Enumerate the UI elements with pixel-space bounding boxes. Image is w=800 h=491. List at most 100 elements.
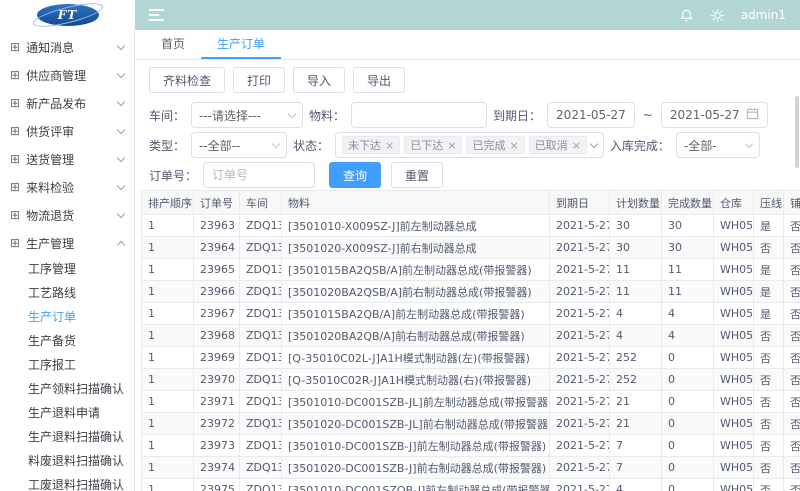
toolbar-button[interactable]: 导出 xyxy=(353,67,405,93)
sidebar-item[interactable]: ⊞供货评审 xyxy=(0,117,134,145)
vertical-scrollbar[interactable] xyxy=(795,96,799,168)
table-row[interactable]: 123963ZDQ13[3501010-X009SZ-J]前左制动器总成2021… xyxy=(142,215,800,237)
order-no-input[interactable] xyxy=(203,162,315,188)
cell: 2021-5-27 xyxy=(550,281,610,303)
cell: 23966 xyxy=(194,281,240,303)
top-bar-main: admin1 xyxy=(135,0,800,30)
filter-panel: 车间： ---请选择--- 物料： 到期日： 2021-05-27 ~ 2021… xyxy=(135,100,800,190)
sidebar-item[interactable]: ⊞送货管理 xyxy=(0,145,134,173)
sidebar-subitem[interactable]: 生产订单 xyxy=(0,305,134,329)
collapse-menu-icon[interactable] xyxy=(149,8,165,22)
sidebar-item[interactable]: ⊞新产品发布 xyxy=(0,89,134,117)
cell: 否 xyxy=(784,369,800,391)
cell: 否 xyxy=(754,479,784,491)
sidebar-item[interactable]: ⊞来料检验 xyxy=(0,173,134,201)
cell: ZDQ13 xyxy=(240,303,282,325)
type-label: 类型： xyxy=(149,137,185,154)
cell: [Q-35010C02R-J]A1H模式制动器(右)(带报警器) xyxy=(282,369,550,391)
tag-close-icon[interactable]: × xyxy=(572,140,581,151)
type-select[interactable]: --全部-- xyxy=(191,132,287,158)
type-select-value: --全部-- xyxy=(199,137,240,154)
chevron-down-icon xyxy=(117,154,125,162)
tag-close-icon[interactable]: × xyxy=(385,140,394,151)
cell: ZDQ13 xyxy=(240,215,282,237)
table-row[interactable]: 123966ZDQ13[3501020BA2QSB/A]前右制动器总成(带报警器… xyxy=(142,281,800,303)
toolbar-button[interactable]: 打印 xyxy=(233,67,285,93)
table-row[interactable]: 123973ZDQ13[3501010-DC001SZB-J]前左制动器总成(带… xyxy=(142,435,800,457)
query-button[interactable]: 查询 xyxy=(329,162,381,188)
sidebar-subitem[interactable]: 工废退料扫描确认 xyxy=(0,473,134,491)
material-input[interactable] xyxy=(351,102,487,128)
tag-close-icon[interactable]: × xyxy=(447,140,456,151)
status-multiselect[interactable]: 未下达×已下达×已完成×已取消× xyxy=(335,132,604,158)
cell: 30 xyxy=(610,237,662,259)
cell: 否 xyxy=(754,325,784,347)
due-date-to[interactable]: 2021-05-27 xyxy=(661,102,768,128)
toolbar-button[interactable]: 导入 xyxy=(293,67,345,93)
app-window: FT admin1 ⊞通知消息⊞供应商管理⊞新产品发布⊞供货评审⊞送货管理⊞来料… xyxy=(0,0,800,491)
cell: [3501020-DC001SZB-J]前右制动器总成(带报警器) xyxy=(282,457,550,479)
table-body: 123963ZDQ13[3501010-X009SZ-J]前左制动器总成2021… xyxy=(142,215,800,491)
sidebar-item-label: 送货管理 xyxy=(26,151,118,168)
table-row[interactable]: 123970ZDQ13[Q-35010C02R-J]A1H模式制动器(右)(带报… xyxy=(142,369,800,391)
sidebar-subitem[interactable]: 工序报工 xyxy=(0,353,134,377)
reset-button[interactable]: 重置 xyxy=(391,162,443,188)
current-user[interactable]: admin1 xyxy=(741,8,786,22)
sidebar-item[interactable]: ⊞生产管理 xyxy=(0,229,134,257)
top-bar: FT admin1 xyxy=(0,0,800,30)
tab[interactable]: 生产订单 xyxy=(201,30,281,59)
table-row[interactable]: 123964ZDQ13[3501020-X009SZ-J]前右制动器总成2021… xyxy=(142,237,800,259)
cell: ZDQ13 xyxy=(240,457,282,479)
sidebar-subitem[interactable]: 生产备货 xyxy=(0,329,134,353)
status-tag-label: 未下达 xyxy=(348,137,381,153)
toolbar: 齐料检查打印导入导出 xyxy=(135,60,800,100)
table-row[interactable]: 123968ZDQ13[3501020BA2QB/A]前右制动器总成(带报警器)… xyxy=(142,325,800,347)
inbound-complete-select[interactable]: -全部- xyxy=(676,132,760,158)
cell: 否 xyxy=(754,369,784,391)
sidebar-item[interactable]: ⊞供应商管理 xyxy=(0,61,134,89)
cell: 2021-5-27 xyxy=(550,347,610,369)
cell: [3501020BA2QSB/A]前右制动器总成(带报警器) xyxy=(282,281,550,303)
cell: 4 xyxy=(662,303,714,325)
cell: 否 xyxy=(754,391,784,413)
table-header-row: 排产顺序订单号车间物料到期日计划数量完成数量仓库压线铺线 xyxy=(142,191,800,215)
workshop-label: 车间： xyxy=(149,107,185,124)
sidebar-subitem[interactable]: 生产退料申请 xyxy=(0,401,134,425)
cell: 21 xyxy=(610,391,662,413)
top-bar-right: admin1 xyxy=(679,8,786,23)
table-row[interactable]: 123975ZDQ13[3501010-DC001SZQB-J]前左制动器总成(… xyxy=(142,479,800,491)
workshop-select[interactable]: ---请选择--- xyxy=(191,102,303,128)
toolbar-button[interactable]: 齐料检查 xyxy=(149,67,225,93)
tag-close-icon[interactable]: × xyxy=(509,140,518,151)
sidebar-item[interactable]: ⊞通知消息 xyxy=(0,33,134,61)
sidebar-item[interactable]: ⊞物流退货 xyxy=(0,201,134,229)
cell: 30 xyxy=(662,215,714,237)
due-date-from[interactable]: 2021-05-27 xyxy=(547,102,635,128)
notifications-bell-icon[interactable] xyxy=(679,8,694,23)
tab[interactable]: 首页 xyxy=(145,30,201,59)
cell: [3501015BA2QSB/A]前左制动器总成(带报警器) xyxy=(282,259,550,281)
table-row[interactable]: 123974ZDQ13[3501020-DC001SZB-J]前右制动器总成(带… xyxy=(142,457,800,479)
sidebar-subitem[interactable]: 工序管理 xyxy=(0,257,134,281)
column-header: 到期日 xyxy=(550,191,610,215)
table-row[interactable]: 123967ZDQ13[3501015BA2QB/A]前左制动器总成(带报警器)… xyxy=(142,303,800,325)
cell: ZDQ13 xyxy=(240,259,282,281)
sidebar-subitem[interactable]: 工艺路线 xyxy=(0,281,134,305)
cell: [3501010-DC001SZB-J]前左制动器总成(带报警器) xyxy=(282,435,550,457)
grid-icon: ⊞ xyxy=(10,181,20,193)
cell: 0 xyxy=(662,413,714,435)
cell: 1 xyxy=(142,391,194,413)
filter-row-2: 类型： --全部-- 状态： 未下达×已下达×已完成×已取消× 入库完成： -全… xyxy=(149,130,786,160)
sidebar-subitem[interactable]: 生产退料扫描确认 xyxy=(0,425,134,449)
sidebar-item-label: 物流退货 xyxy=(26,207,118,224)
table-row[interactable]: 123965ZDQ13[3501015BA2QSB/A]前左制动器总成(带报警器… xyxy=(142,259,800,281)
settings-gear-icon[interactable] xyxy=(710,8,725,23)
sidebar-subitem[interactable]: 料废退料扫描确认 xyxy=(0,449,134,473)
table-row[interactable]: 123972ZDQ13[3501020-DC001SZB-JL]前右制动器总成(… xyxy=(142,413,800,435)
table-row[interactable]: 123969ZDQ13[Q-35010C02L-J]A1H模式制动器(左)(带报… xyxy=(142,347,800,369)
table-row[interactable]: 123971ZDQ13[3501010-DC001SZB-JL]前左制动器总成(… xyxy=(142,391,800,413)
cell: 4 xyxy=(610,303,662,325)
orders-table-wrap: 排产顺序订单号车间物料到期日计划数量完成数量仓库压线铺线 123963ZDQ13… xyxy=(135,190,800,491)
cell: 11 xyxy=(662,259,714,281)
sidebar-subitem[interactable]: 生产领料扫描确认 xyxy=(0,377,134,401)
